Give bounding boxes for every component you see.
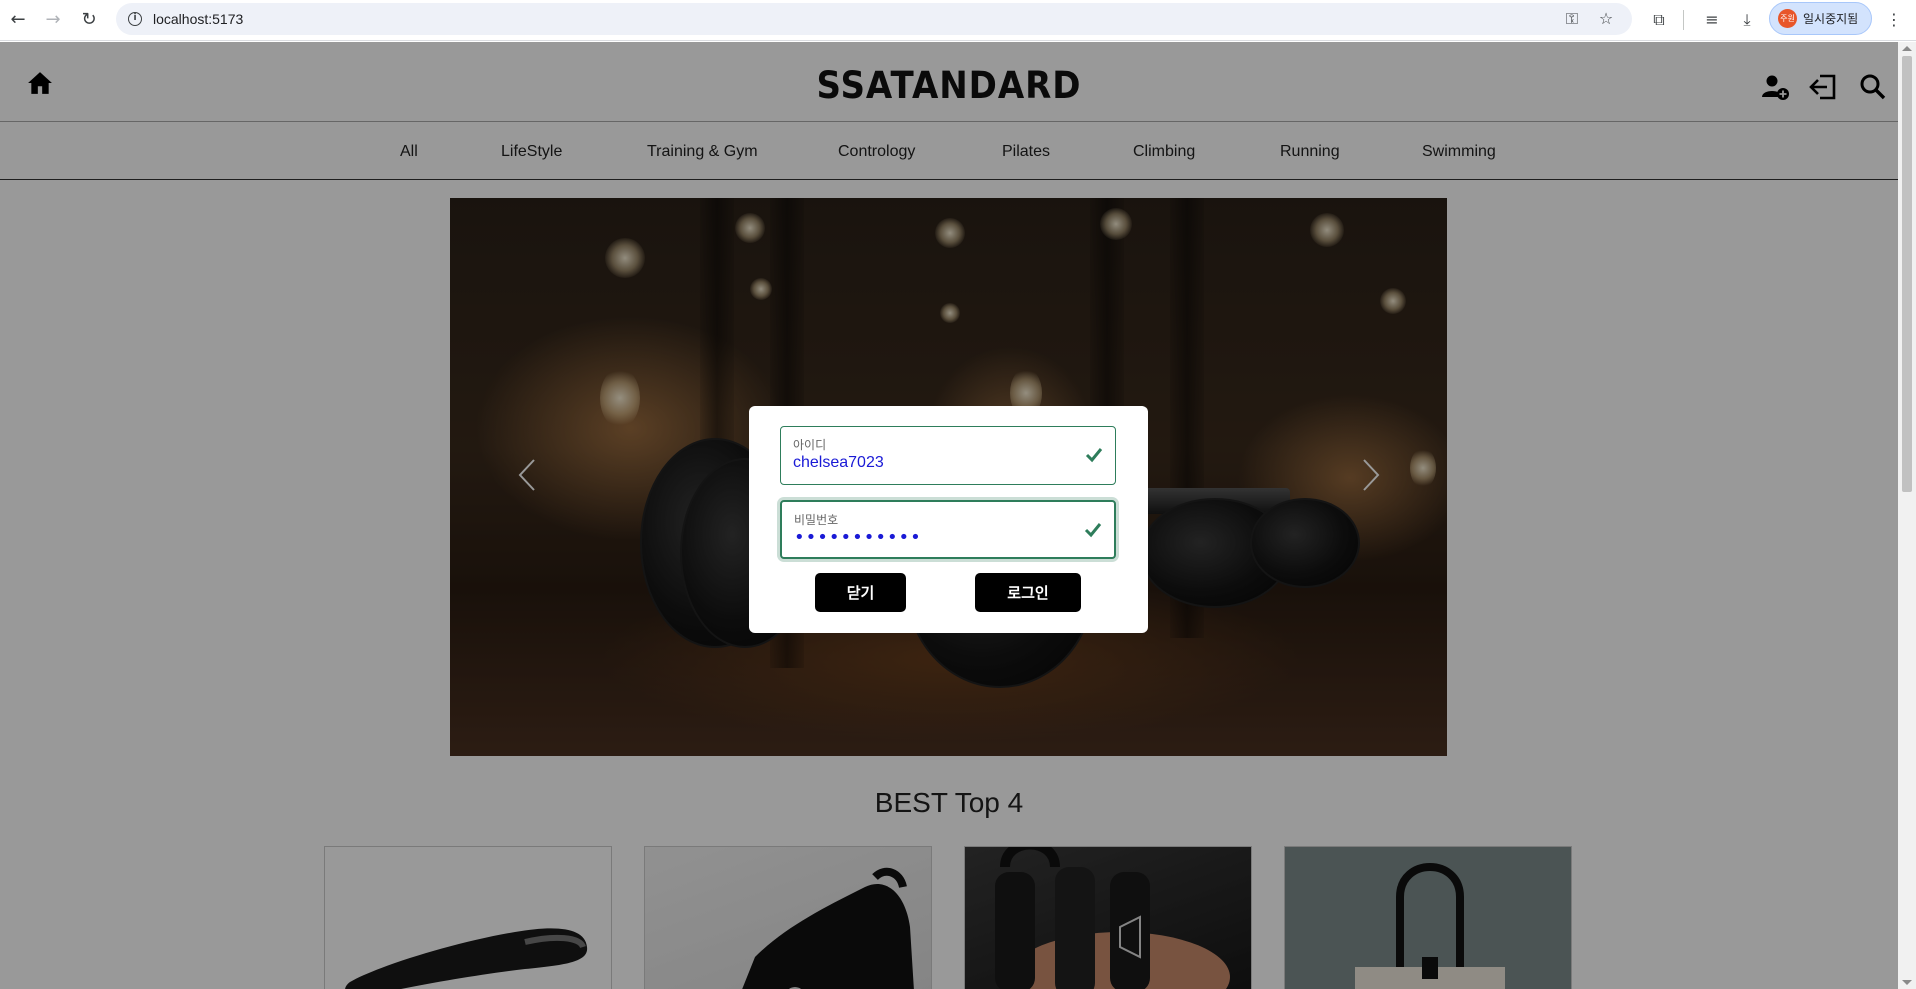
id-input[interactable]: chelsea7023 — [793, 454, 884, 472]
close-button[interactable]: 닫기 — [815, 573, 906, 612]
id-field[interactable]: 아이디 chelsea7023 — [780, 426, 1116, 485]
reload-icon[interactable]: ↻ — [76, 6, 102, 32]
password-input[interactable]: ••••••••••• — [794, 527, 922, 548]
check-icon — [1084, 523, 1102, 538]
password-key-icon[interactable]: ⚿ — [1562, 9, 1582, 29]
profile-status-label: 일시중지됨 — [1803, 12, 1859, 26]
profile-button[interactable]: 주원 일시중지됨 — [1769, 2, 1872, 35]
scroll-up-icon[interactable] — [1902, 46, 1912, 51]
password-field-label: 비밀번호 — [794, 513, 839, 527]
url-text[interactable]: localhost:5173 — [153, 11, 243, 27]
profile-avatar: 주원 — [1778, 9, 1797, 28]
forward-icon[interactable]: → — [40, 6, 66, 32]
page-viewport: SSATANDARD All LifeStyle Training & Gym … — [0, 42, 1898, 989]
media-playlist-icon[interactable]: ≡ — [1700, 8, 1724, 32]
id-field-label: 아이디 — [793, 438, 827, 452]
check-icon — [1085, 448, 1103, 463]
scroll-down-icon[interactable] — [1902, 980, 1912, 985]
bookmark-star-icon[interactable]: ☆ — [1596, 9, 1616, 29]
login-button[interactable]: 로그인 — [975, 573, 1081, 612]
browser-toolbar: ← → ↻ i localhost:5173 ⚿ ☆ ⧉ ≡ ⤓ 주원 일시중지… — [0, 0, 1916, 41]
site-info-icon[interactable]: i — [128, 12, 142, 26]
back-icon[interactable]: ← — [5, 6, 31, 32]
extensions-icon[interactable]: ⧉ — [1647, 8, 1671, 32]
address-bar[interactable]: i localhost:5173 ⚿ ☆ — [116, 3, 1632, 35]
scroll-thumb[interactable] — [1902, 56, 1912, 492]
browser-menu-icon[interactable]: ⋮ — [1882, 8, 1906, 32]
page-scrollbar[interactable] — [1898, 42, 1916, 989]
toolbar-divider — [1683, 10, 1684, 30]
login-modal: 아이디 chelsea7023 비밀번호 ••••••••••• 닫기 로그인 — [749, 406, 1148, 633]
download-icon[interactable]: ⤓ — [1735, 8, 1759, 32]
password-field[interactable]: 비밀번호 ••••••••••• — [780, 500, 1116, 559]
